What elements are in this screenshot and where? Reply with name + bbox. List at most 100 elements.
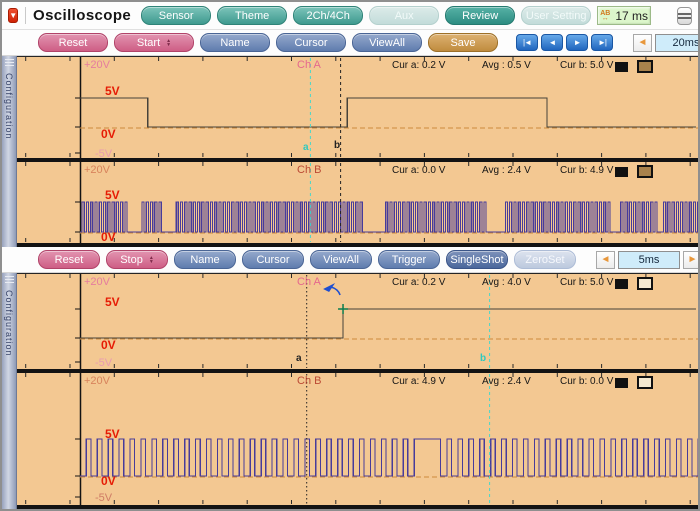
reset-button-1[interactable]: Reset bbox=[38, 33, 108, 52]
stop-button[interactable]: Stop ▲ ▼ bbox=[106, 250, 168, 269]
nav-first-button[interactable]: |◄ bbox=[516, 34, 538, 51]
avg-readout: Avg : 4.0 V bbox=[482, 277, 531, 288]
5v-label: 5V bbox=[105, 427, 120, 441]
grip-lines-icon bbox=[4, 282, 14, 283]
name-button-1[interactable]: Name bbox=[200, 33, 270, 52]
nav-last-button[interactable]: ►| bbox=[591, 34, 613, 51]
review-button[interactable]: Review bbox=[445, 6, 516, 25]
channel-label: Ch A bbox=[297, 276, 321, 288]
user-setting-button[interactable]: User Setting bbox=[521, 6, 592, 25]
ab-interval-value: 17 ms bbox=[615, 8, 648, 23]
scope1-panel: Configuration +20V Ch A Cur a: 0.2 V Avg… bbox=[2, 56, 698, 247]
timebase-value-1[interactable]: 20ms bbox=[655, 33, 698, 52]
solid-display-icon[interactable] bbox=[615, 62, 628, 72]
5v-label: 5V bbox=[105, 188, 120, 202]
cursor-a-readout: Cur a: 0.2 V bbox=[392, 277, 446, 288]
cursor-button-2[interactable]: Cursor bbox=[242, 250, 304, 269]
scope2-toolbar: Reset Stop ▲ ▼ Name Cursor ViewAll Trigge… bbox=[2, 247, 698, 273]
reset-button-2[interactable]: Reset bbox=[38, 250, 100, 269]
a-to-b-interval-icon: AB ↔ bbox=[600, 9, 611, 22]
framed-display-icon[interactable] bbox=[637, 60, 653, 73]
5v-label: 5V bbox=[105, 295, 120, 309]
0v-label: 0V bbox=[101, 127, 116, 141]
timebase-value-2[interactable]: 5ms bbox=[618, 250, 680, 269]
cursor-a-readout: Cur a: 4.9 V bbox=[392, 376, 446, 387]
trigger-button[interactable]: Trigger bbox=[378, 250, 440, 269]
grip-lines-icon bbox=[4, 276, 14, 277]
viewall-button-1[interactable]: ViewAll bbox=[352, 33, 422, 52]
start-button[interactable]: Start ▲ ▼ bbox=[114, 33, 194, 52]
range-label: +20V bbox=[84, 59, 110, 71]
grip-lines-icon bbox=[4, 65, 14, 66]
0v-label: 0V bbox=[101, 230, 116, 244]
0v-label: 0V bbox=[101, 338, 116, 352]
cursor-a-marker[interactable]: a bbox=[303, 142, 309, 153]
ab-interval-readout: AB ↔ 17 ms bbox=[597, 6, 652, 25]
timebase-selector-1: ◄ 20ms ► bbox=[633, 33, 698, 52]
channel-label: Ch B bbox=[297, 375, 322, 387]
divider bbox=[25, 7, 26, 24]
framed-display-icon[interactable] bbox=[637, 277, 653, 290]
5v-label: 5V bbox=[105, 84, 120, 98]
oscilloscope-window: ▼ Oscilloscope Sensor Theme 2Ch/4Ch Aux … bbox=[0, 0, 700, 511]
app-menu-icon[interactable]: ▼ bbox=[8, 8, 19, 23]
cursor-b-marker[interactable]: b bbox=[334, 140, 340, 151]
channel-mode-button[interactable]: 2Ch/4Ch bbox=[293, 6, 364, 25]
menu-bars-icon bbox=[678, 12, 692, 15]
channel-label: Ch A bbox=[297, 59, 321, 71]
timebase-selector-2: ◄ 5ms ► bbox=[596, 250, 698, 269]
window-menu-button[interactable] bbox=[677, 6, 693, 25]
grip-lines-icon bbox=[4, 62, 14, 63]
waveform-trace bbox=[80, 201, 698, 233]
timebase-decrease-button-2[interactable]: ◄ bbox=[596, 250, 615, 269]
range-label: +20V bbox=[84, 375, 110, 387]
title-bar: ▼ Oscilloscope Sensor Theme 2Ch/4Ch Aux … bbox=[2, 2, 698, 30]
framed-display-icon[interactable] bbox=[637, 376, 653, 389]
timebase-increase-button-2[interactable]: ► bbox=[683, 250, 698, 269]
cursor-button-1[interactable]: Cursor bbox=[276, 33, 346, 52]
singleshot-button[interactable]: SingleShot bbox=[446, 250, 508, 269]
avg-readout: Avg : 2.4 V bbox=[482, 376, 531, 387]
zeroset-button[interactable]: ZeroSet bbox=[514, 250, 576, 269]
theme-button[interactable]: Theme bbox=[217, 6, 288, 25]
scope2-cha-plot[interactable] bbox=[17, 274, 698, 369]
waveform-trace bbox=[80, 438, 698, 477]
name-button-2[interactable]: Name bbox=[174, 250, 236, 269]
cursor-a-readout: Cur a: 0.0 V bbox=[392, 165, 446, 176]
cursor-a-marker[interactable]: a bbox=[296, 353, 302, 364]
nav-next-button[interactable]: ► bbox=[566, 34, 588, 51]
sensor-button[interactable]: Sensor bbox=[141, 6, 212, 25]
neg5v-label: -5V bbox=[95, 357, 113, 369]
nav-prev-button[interactable]: ◄ bbox=[541, 34, 563, 51]
spinner-icon[interactable]: ▲ ▼ bbox=[149, 255, 154, 264]
scope2-panel: Configuration +20V Ch A Cur a: 0.2 V Avg… bbox=[2, 273, 698, 509]
scope1-chb-strip: +20V Ch B Cur a: 0.0 V Avg : 2.4 V Cur b… bbox=[17, 162, 698, 247]
avg-readout: Avg : 0.5 V bbox=[482, 60, 531, 71]
range-label: +20V bbox=[84, 164, 110, 176]
solid-display-icon[interactable] bbox=[615, 167, 628, 177]
solid-display-icon[interactable] bbox=[615, 378, 628, 388]
framed-display-icon[interactable] bbox=[637, 165, 653, 178]
scope2-cha-strip: +20V Ch A Cur a: 0.2 V Avg : 4.0 V Cur b… bbox=[17, 273, 698, 373]
configuration-label: Configuration bbox=[4, 290, 14, 357]
scope1-cha-plot[interactable] bbox=[17, 57, 698, 158]
waveform-trace bbox=[80, 97, 696, 128]
configuration-tab-2[interactable]: Configuration bbox=[2, 273, 17, 509]
spinner-icon[interactable]: ▲ ▼ bbox=[166, 38, 171, 47]
cursor-b-readout: Cur b: 4.9 V bbox=[560, 165, 614, 176]
cursor-b-readout: Cur b: 5.0 V bbox=[560, 60, 614, 71]
grip-lines-icon bbox=[4, 279, 14, 280]
configuration-tab-1[interactable]: Configuration bbox=[2, 56, 17, 247]
trigger-level-cross-icon bbox=[338, 304, 349, 314]
cursor-b-readout: Cur b: 0.0 V bbox=[560, 376, 614, 387]
solid-display-icon[interactable] bbox=[615, 279, 628, 289]
channel-label: Ch B bbox=[297, 164, 322, 176]
scope2-chb-strip: +20V Ch B Cur a: 4.9 V Avg : 2.4 V Cur b… bbox=[17, 373, 698, 509]
scope1-toolbar: Reset Start ▲ ▼ Name Cursor ViewAll Save … bbox=[2, 30, 698, 56]
cursor-b-marker[interactable]: b bbox=[480, 353, 486, 364]
grip-lines-icon bbox=[4, 59, 14, 60]
save-button[interactable]: Save bbox=[428, 33, 498, 52]
viewall-button-2[interactable]: ViewAll bbox=[310, 250, 372, 269]
aux-button[interactable]: Aux bbox=[369, 6, 440, 25]
timebase-decrease-button-1[interactable]: ◄ bbox=[633, 33, 652, 52]
